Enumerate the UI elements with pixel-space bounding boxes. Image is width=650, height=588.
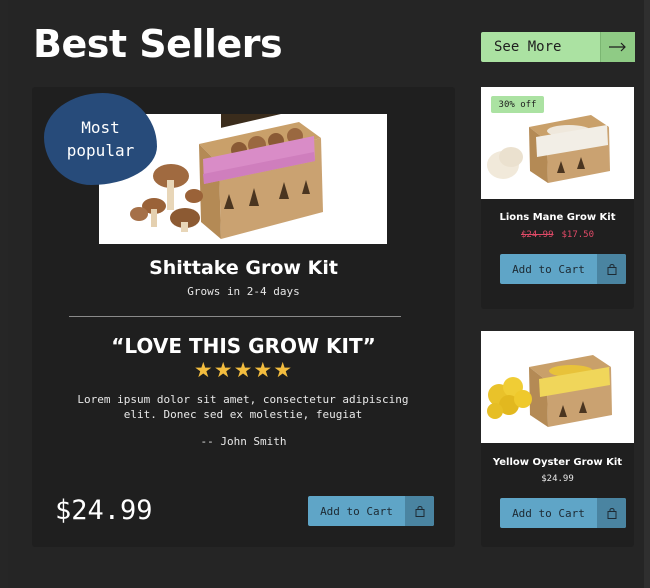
add-to-cart-button[interactable]: Add to Cart	[500, 254, 626, 284]
review-author: -- John Smith	[200, 435, 287, 448]
product-name[interactable]: Lions Mane Grow Kit	[481, 212, 634, 223]
discount-badge: 30% off	[491, 96, 544, 113]
shopping-bag-icon	[597, 254, 626, 284]
shopping-bag-icon	[405, 496, 434, 526]
badge-line: Most	[81, 118, 120, 137]
review-title: “LOVE THIS GROW KIT”	[111, 334, 376, 358]
add-to-cart-button[interactable]: Add to Cart	[308, 496, 434, 526]
product-price: $24.99 $17.50	[481, 230, 634, 240]
product-name[interactable]: Shittake Grow Kit	[32, 257, 455, 279]
divider	[69, 316, 401, 317]
yellow-oyster-product-image[interactable]	[481, 331, 634, 443]
add-to-cart-label: Add to Cart	[320, 504, 393, 518]
page-title: Best Sellers	[33, 22, 283, 66]
shopping-bag-icon	[597, 498, 626, 528]
review-body: Lorem ipsum dolor sit amet, consectetur …	[77, 393, 409, 421]
badge-line: popular	[66, 141, 135, 160]
most-popular-badge: Most popular	[44, 93, 157, 185]
see-more-button[interactable]: See More	[481, 32, 635, 62]
arrow-right-icon	[600, 32, 635, 62]
frame-edge	[0, 0, 8, 588]
product-name[interactable]: Yellow Oyster Grow Kit	[481, 457, 634, 468]
frame-edge	[644, 0, 650, 588]
see-more-label: See More	[494, 39, 562, 55]
star-rating: ★★★★★	[193, 359, 294, 382]
product-subtitle: Grows in 2-4 days	[187, 285, 300, 298]
original-price: $24.99	[520, 230, 554, 240]
product-price: $24.99	[55, 495, 153, 526]
add-to-cart-button[interactable]: Add to Cart	[500, 498, 626, 528]
product-price: $24.99	[541, 474, 574, 484]
sale-price: $17.50	[561, 230, 595, 240]
add-to-cart-label: Add to Cart	[512, 506, 585, 520]
add-to-cart-label: Add to Cart	[512, 262, 585, 276]
